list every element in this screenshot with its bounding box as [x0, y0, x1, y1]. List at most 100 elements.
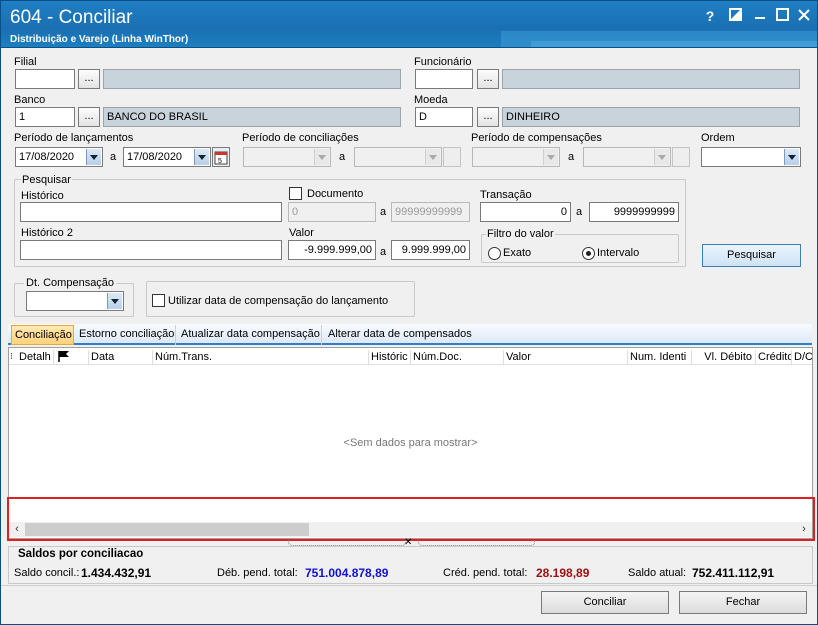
- calendar-icon: [443, 147, 461, 167]
- range-separator: a: [339, 151, 346, 163]
- funcionario-label: Funcionário: [414, 56, 472, 68]
- tab-alterar-data-compensados[interactable]: Alterar data de compensados: [325, 325, 475, 345]
- calendar-icon[interactable]: 5: [212, 147, 230, 167]
- moeda-code-input[interactable]: D: [415, 107, 473, 127]
- saldo-atual-label: Saldo atual:: [628, 567, 687, 579]
- utilizar-label: Utilizar data de compensação do lançamen…: [168, 295, 389, 307]
- minimize-icon[interactable]: [751, 7, 769, 25]
- chevron-down-icon: [314, 149, 329, 165]
- compensacao-from-date: [472, 147, 560, 167]
- range-separator: a: [380, 206, 387, 218]
- range-separator: a: [568, 151, 575, 163]
- tab-conciliacao[interactable]: Conciliação: [11, 325, 74, 345]
- intervalo-radio[interactable]: [582, 247, 595, 260]
- conciliacao-to-date: [354, 147, 442, 167]
- highlight-box: [7, 497, 815, 541]
- grid-empty-message: <Sem dados para mostrar>: [343, 437, 478, 449]
- saldos-title: Saldos por conciliacao: [18, 548, 144, 560]
- banco-name-field: BANCO DO BRASIL: [103, 107, 401, 127]
- column-header-vl-debito[interactable]: Vl. Débito: [691, 350, 755, 365]
- calendar-icon: [672, 147, 690, 167]
- fechar-button[interactable]: Fechar: [679, 591, 807, 614]
- column-header-num-trans[interactable]: Núm.Trans.: [152, 350, 368, 365]
- funcionario-search-button[interactable]: ...: [477, 69, 499, 89]
- chevron-down-icon: [654, 149, 669, 165]
- close-icon[interactable]: [795, 7, 813, 25]
- filial-label: Filial: [14, 56, 37, 68]
- periodo-conciliacoes-label: Período de conciliações: [242, 132, 359, 144]
- historico-input[interactable]: [20, 202, 282, 222]
- range-separator: a: [110, 151, 117, 163]
- ordem-label: Ordem: [701, 132, 735, 144]
- funcionario-code-input[interactable]: [415, 69, 473, 89]
- tab-estorno-conciliacao[interactable]: Estorno conciliação: [76, 325, 176, 345]
- intervalo-label: Intervalo: [597, 247, 640, 259]
- column-chooser-icon[interactable]: ⁝: [10, 351, 13, 362]
- svg-text:5: 5: [218, 158, 222, 165]
- valor-to-input[interactable]: 9.999.999,00: [391, 240, 470, 260]
- column-header-num-identi[interactable]: Num. Identi: [627, 350, 691, 365]
- moeda-name-field: DINHEIRO: [502, 107, 800, 127]
- cred-pend-label: Créd. pend. total:: [443, 567, 528, 579]
- documento-checkbox[interactable]: [289, 187, 302, 200]
- filial-search-button[interactable]: ...: [78, 69, 100, 89]
- column-header-historico[interactable]: Históric: [368, 350, 410, 365]
- chevron-down-icon: [543, 149, 558, 165]
- chevron-down-icon[interactable]: [194, 149, 209, 165]
- maximize-icon[interactable]: [773, 7, 791, 25]
- filtro-valor-label: Filtro do valor: [486, 228, 555, 240]
- valor-label: Valor: [289, 227, 314, 239]
- valor-from-input[interactable]: -9.999.999,00: [288, 240, 376, 260]
- lancamento-to-date[interactable]: 17/08/2020: [123, 147, 211, 167]
- chevron-down-icon[interactable]: [107, 293, 122, 309]
- restore-icon[interactable]: [726, 7, 744, 25]
- conciliacao-from-date: [243, 147, 331, 167]
- column-header-dc[interactable]: D/C: [791, 350, 812, 365]
- filial-name-field: [103, 69, 401, 89]
- periodo-compensacoes-label: Período de compensações: [471, 132, 602, 144]
- saldo-concil-value: 1.434.432,91: [81, 566, 152, 580]
- column-header-valor[interactable]: Valor: [503, 350, 627, 365]
- dt-compensacao-select[interactable]: [26, 291, 124, 311]
- flag-icon[interactable]: [53, 350, 88, 365]
- documento-from-input: 0: [288, 202, 376, 222]
- column-header-data[interactable]: Data: [88, 350, 152, 365]
- ordem-select[interactable]: [701, 147, 801, 167]
- chevron-down-icon[interactable]: [86, 149, 101, 165]
- lancamento-from-date[interactable]: 17/08/2020: [15, 147, 103, 167]
- pesquisar-group-label: Pesquisar: [21, 174, 72, 186]
- help-icon[interactable]: ?: [701, 7, 719, 25]
- moeda-search-button[interactable]: ...: [477, 107, 499, 127]
- transacao-to-input[interactable]: 9999999999: [589, 202, 679, 222]
- column-header-num-doc[interactable]: Núm.Doc.: [410, 350, 503, 365]
- conciliar-button[interactable]: Conciliar: [541, 591, 669, 614]
- documento-to-input: 99999999999: [391, 202, 470, 222]
- banco-label: Banco: [14, 94, 46, 106]
- moeda-label: Moeda: [414, 94, 448, 106]
- documento-label: Documento: [307, 188, 364, 200]
- tab-atualizar-data-compensacao[interactable]: Atualizar data compensação: [178, 325, 322, 345]
- cred-pend-value: 28.198,89: [536, 566, 590, 580]
- deb-pend-value: 751.004.878,89: [305, 566, 389, 580]
- window-subtitle: Distribuição e Varejo (Linha WinThor): [10, 34, 189, 45]
- exato-radio[interactable]: [488, 247, 501, 260]
- transacao-from-input[interactable]: 0: [480, 202, 571, 222]
- pesquisar-button[interactable]: Pesquisar: [702, 244, 801, 267]
- chevron-down-icon[interactable]: [784, 149, 799, 165]
- date-text: 17/08/2020: [19, 151, 75, 163]
- periodo-lancamentos-label: Período de lançamentos: [14, 132, 134, 144]
- deb-pend-label: Déb. pend. total:: [217, 567, 298, 579]
- column-header-detalhe[interactable]: Detalh: [17, 350, 51, 365]
- chevron-down-icon: [425, 149, 440, 165]
- banco-code-input[interactable]: 1: [15, 107, 75, 127]
- transacao-label: Transação: [480, 189, 532, 201]
- window-title: 604 - Conciliar: [10, 7, 133, 28]
- range-separator: a: [576, 206, 583, 218]
- utilizar-checkbox[interactable]: [152, 294, 165, 307]
- filial-code-input[interactable]: [15, 69, 75, 89]
- exato-label: Exato: [503, 247, 532, 259]
- banco-search-button[interactable]: ...: [78, 107, 100, 127]
- historico2-input[interactable]: [20, 240, 282, 260]
- column-header-credito[interactable]: Crédito: [755, 350, 791, 365]
- historico2-label: Histórico 2: [21, 227, 73, 239]
